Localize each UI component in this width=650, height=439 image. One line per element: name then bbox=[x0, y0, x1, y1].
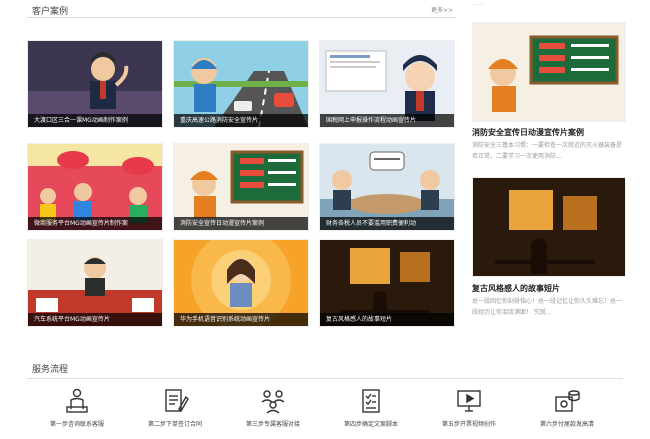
step-label: 第一步咨询联系客服 bbox=[49, 421, 104, 428]
contract-pen-icon bbox=[161, 387, 189, 415]
more-link[interactable]: 更多>> bbox=[431, 5, 453, 14]
case-caption: 国税网上申报操作流程动画宣传片 bbox=[320, 114, 454, 127]
featured-card-1[interactable] bbox=[472, 22, 626, 122]
featured-thumbnail bbox=[473, 178, 625, 276]
truncated-text: ...... bbox=[472, 0, 484, 7]
case-card-2[interactable]: 重庆高速公路消防安全宣传片 bbox=[173, 40, 309, 128]
step-label: 第六步付尾款发高清 bbox=[539, 421, 594, 428]
step-3[interactable]: 第三步专属客服对接 bbox=[225, 387, 321, 428]
monitor-video-icon bbox=[455, 387, 483, 415]
case-caption: 财务各税人员不要滥用职费便利动 bbox=[320, 217, 454, 230]
step-2[interactable]: 第二步下单签订合同 bbox=[127, 387, 223, 428]
case-caption: 汽车系统平台MG动画宣传片 bbox=[28, 313, 162, 326]
step-4[interactable]: 第四步确定文案脚本 bbox=[323, 387, 419, 428]
case-caption: 微商服务平台MG动画宣传片制作案 bbox=[28, 217, 162, 230]
featured-card-2[interactable] bbox=[472, 177, 626, 277]
step-6[interactable]: 第六步付尾款发高清 bbox=[519, 387, 615, 428]
process-title: 服务流程 bbox=[32, 365, 69, 375]
case-caption: 大渡口区三合一课MG动画制作案例 bbox=[28, 114, 162, 127]
featured-desc: 消防安全三基本习惯：一要检查一次就近的灭火器装备是否正常，二要学习一次使用消防.… bbox=[472, 142, 623, 160]
section-title: 客户案例 bbox=[32, 7, 69, 17]
step-label: 第五步开票视频创作 bbox=[441, 421, 496, 428]
person-podium-icon bbox=[63, 387, 91, 415]
case-caption: 消防安全宣传日动漫宣传片案例 bbox=[174, 217, 308, 230]
case-card-6[interactable]: 财务各税人员不要滥用职费便利动 bbox=[319, 143, 455, 231]
case-card-3[interactable]: 国税网上申报操作流程动画宣传片 bbox=[319, 40, 455, 128]
case-card-4[interactable]: 微商服务平台MG动画宣传片制作案 bbox=[27, 143, 163, 231]
featured-title[interactable]: 消防安全宣传日动漫宣传片案例 bbox=[472, 127, 584, 138]
case-caption: 华为手机语音识别系统动画宣传片 bbox=[174, 313, 308, 326]
featured-thumbnail bbox=[473, 23, 625, 121]
case-card-1[interactable]: 大渡口区三合一课MG动画制作案例 bbox=[27, 40, 163, 128]
case-card-9[interactable]: 复古风格感人的故事短片 bbox=[319, 239, 455, 327]
case-caption: 复古风格感人的故事短片 bbox=[320, 313, 454, 326]
step-1[interactable]: 第一步咨询联系客服 bbox=[29, 387, 125, 428]
featured-desc: 总一段回忆你刻骨铭心！总一段记忆让你久久难忘！总一段经历让你泪流满面！ 究就..… bbox=[472, 298, 623, 316]
case-card-7[interactable]: 汽车系统平台MG动画宣传片 bbox=[27, 239, 163, 327]
section-divider bbox=[27, 17, 456, 18]
checklist-icon bbox=[357, 387, 385, 415]
step-label: 第三步专属客服对接 bbox=[245, 421, 300, 428]
team-connect-icon bbox=[259, 387, 287, 415]
step-label: 第四步确定文案脚本 bbox=[343, 421, 398, 428]
step-5[interactable]: 第五步开票视频创作 bbox=[421, 387, 517, 428]
process-divider bbox=[27, 378, 623, 379]
case-card-8[interactable]: 华为手机语音识别系统动画宣传片 bbox=[173, 239, 309, 327]
featured-title[interactable]: 复古风格感人的故事短片 bbox=[472, 283, 560, 294]
case-caption: 重庆高速公路消防安全宣传片 bbox=[174, 114, 308, 127]
case-card-5[interactable]: 消防安全宣传日动漫宣传片案例 bbox=[173, 143, 309, 231]
step-label: 第二步下单签订合同 bbox=[147, 421, 202, 428]
coin-payment-icon bbox=[553, 387, 581, 415]
